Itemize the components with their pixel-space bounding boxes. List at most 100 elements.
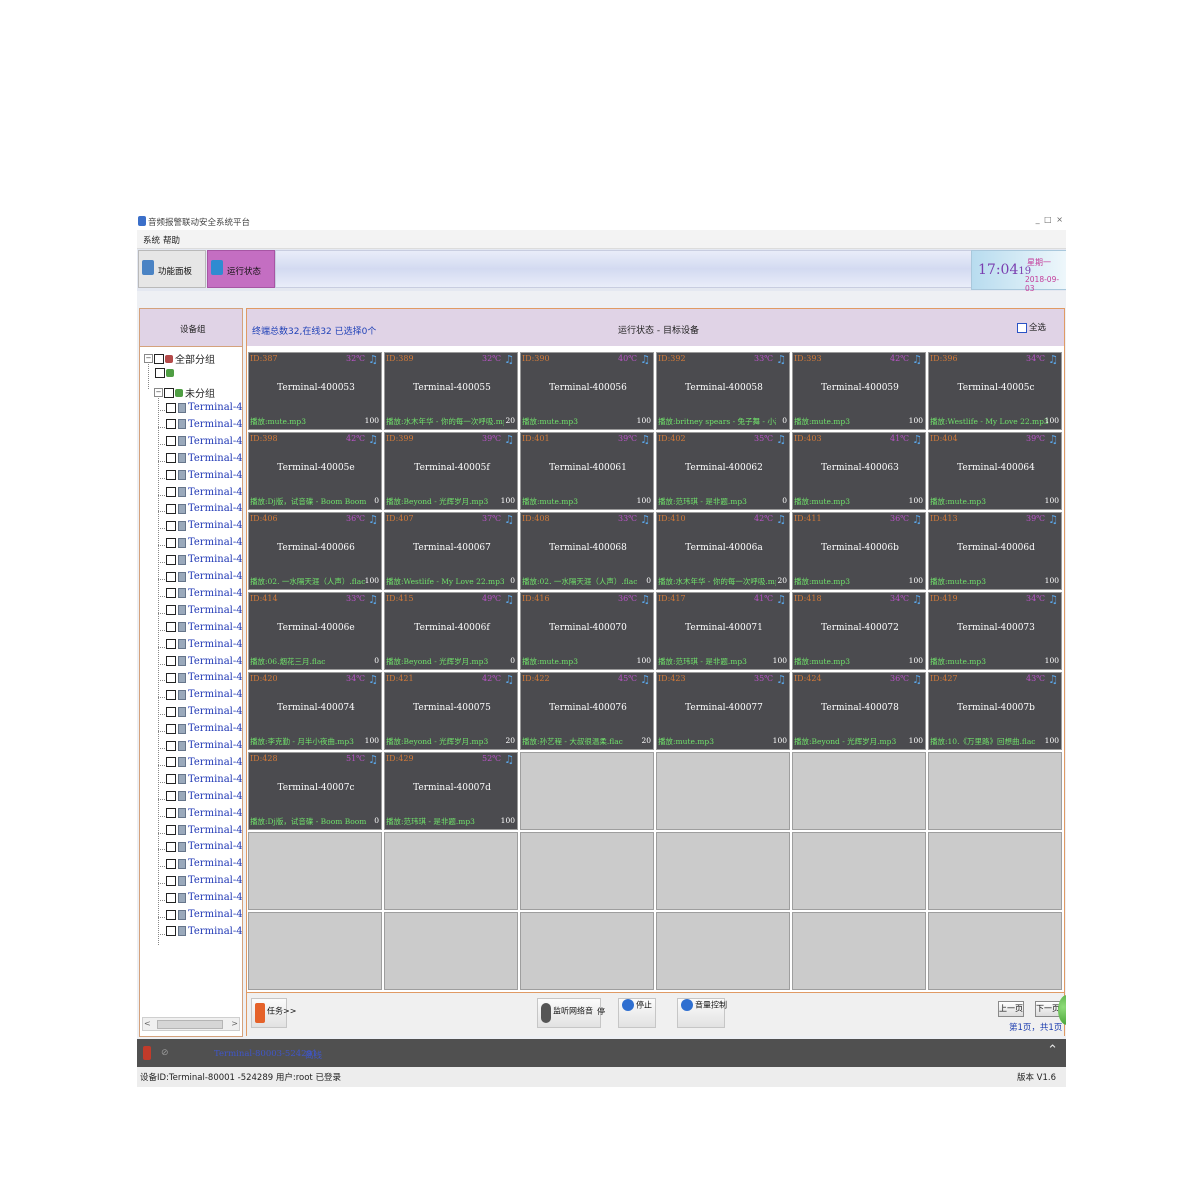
device-card[interactable]: ID:427 43℃ ♫ Terminal-40007b 播放:10.《万里路》回想曲.… — [928, 672, 1062, 750]
tree-node-terminal[interactable]: Terminal-400 — [165, 639, 242, 655]
checkbox[interactable] — [166, 808, 176, 819]
tree-node-terminal[interactable]: Terminal-400 — [165, 402, 242, 418]
tree-node-terminal[interactable]: Terminal-400 — [165, 740, 242, 756]
checkbox[interactable] — [166, 605, 176, 616]
device-card[interactable]: ID:401 39℃ ♫ Terminal-400061 播放:mute.mp3 100 — [520, 432, 654, 510]
device-card[interactable]: ID:389 32℃ ♫ Terminal-400055 播放:水木年华 - 你的每一次… — [384, 352, 518, 430]
tree-node-terminal[interactable]: Terminal-400 — [165, 706, 242, 722]
collapse-icon[interactable]: − — [154, 388, 163, 397]
tree-node-empty-group[interactable] — [154, 368, 174, 384]
checkbox[interactable] — [166, 926, 176, 937]
checkbox[interactable] — [166, 825, 176, 835]
device-card[interactable]: ID:403 41℃ ♫ Terminal-400063 播放:mute.mp3 100 — [792, 432, 926, 510]
select-all-checkbox[interactable]: 全选 — [1017, 321, 1046, 333]
checkbox[interactable] — [166, 402, 176, 413]
tree-node-terminal[interactable]: Terminal-400 — [165, 571, 242, 587]
checkbox[interactable] — [166, 841, 176, 852]
tree-node-terminal[interactable]: Terminal-400 — [165, 588, 242, 604]
device-card[interactable]: ID:416 36℃ ♫ Terminal-400070 播放:mute.mp3 100 — [520, 592, 654, 670]
tree-node-terminal[interactable]: Terminal-400 — [165, 909, 242, 925]
device-card[interactable]: ID:392 33℃ ♫ Terminal-400058 播放:britney spea… — [656, 352, 790, 430]
checkbox[interactable] — [166, 588, 176, 599]
checkbox[interactable] — [166, 537, 176, 548]
device-card[interactable]: ID:387 32℃ ♫ Terminal-400053 播放:mute.mp3 100 — [248, 352, 382, 430]
tree-node-terminal[interactable]: Terminal-400 — [165, 757, 242, 773]
stop-button[interactable]: 停止 — [618, 998, 656, 1028]
device-card[interactable]: ID:424 36℃ ♫ Terminal-400078 播放:Beyond - 光辉岁… — [792, 672, 926, 750]
checkbox[interactable] — [155, 368, 165, 378]
menu-system[interactable]: 系统 — [143, 234, 160, 246]
tree-node-terminal[interactable]: Terminal-400 — [165, 537, 242, 553]
checkbox[interactable] — [166, 723, 176, 734]
checkbox[interactable] — [166, 740, 176, 751]
checkbox[interactable] — [1017, 322, 1027, 333]
tree-node-terminal[interactable]: Terminal-400 — [165, 554, 242, 570]
checkbox[interactable] — [166, 487, 176, 497]
scroll-left-icon[interactable]: < — [144, 1019, 151, 1028]
device-card[interactable]: ID:429 52℃ ♫ Terminal-40007d 播放:范玮琪 - 是非题.mp… — [384, 752, 518, 830]
tree-node-terminal[interactable]: Terminal-400 — [165, 672, 242, 688]
device-card[interactable]: ID:396 34℃ ♫ Terminal-40005c 播放:Westlife - M… — [928, 352, 1062, 430]
checkbox[interactable] — [166, 909, 176, 920]
tree-node-terminal[interactable]: Terminal-400 — [165, 875, 242, 891]
checkbox[interactable] — [166, 858, 176, 869]
tree-node-terminal[interactable]: Terminal-400 — [165, 791, 242, 807]
tree-node-terminal[interactable]: Terminal-400 — [165, 470, 242, 486]
checkbox[interactable] — [166, 453, 176, 464]
tree-node-ungrouped[interactable]: − 未分组 — [154, 385, 215, 401]
device-card[interactable]: ID:410 42℃ ♫ Terminal-40006a 播放:水木年华 - 你的每一次… — [656, 512, 790, 590]
device-card[interactable]: ID:423 35℃ ♫ Terminal-400077 播放:mute.mp3 100 — [656, 672, 790, 750]
tree-node-terminal[interactable]: Terminal-400 — [165, 858, 242, 874]
scroll-right-icon[interactable]: > — [231, 1019, 238, 1028]
tree-node-terminal[interactable]: Terminal-400 — [165, 453, 242, 469]
checkbox[interactable] — [166, 875, 176, 886]
tree-node-terminal[interactable]: Terminal-400 — [165, 503, 242, 519]
checkbox[interactable] — [166, 503, 176, 514]
device-card[interactable]: ID:415 49℃ ♫ Terminal-40006f 播放:Beyond - 光辉岁… — [384, 592, 518, 670]
collapse-icon[interactable]: − — [144, 354, 153, 363]
tree-node-terminal[interactable]: Terminal-400 — [165, 436, 242, 452]
tree-node-all-groups[interactable]: − 全部分组 — [144, 351, 215, 367]
tree-node-terminal[interactable]: Terminal-400 — [165, 605, 242, 621]
device-card[interactable]: ID:428 51℃ ♫ Terminal-40007c 播放:Dj版，试音碟 - Bo… — [248, 752, 382, 830]
checkbox[interactable] — [166, 639, 176, 650]
device-card[interactable]: ID:418 34℃ ♫ Terminal-400072 播放:mute.mp3 100 — [792, 592, 926, 670]
device-card[interactable]: ID:417 41℃ ♫ Terminal-400071 播放:范玮琪 - 是非题.mp… — [656, 592, 790, 670]
checkbox[interactable] — [166, 571, 176, 582]
device-card[interactable]: ID:419 34℃ ♫ Terminal-400073 播放:mute.mp3 100 — [928, 592, 1062, 670]
device-card[interactable]: ID:411 36℃ ♫ Terminal-40006b 播放:mute.mp3 100 — [792, 512, 926, 590]
checkbox[interactable] — [166, 622, 176, 633]
checkbox[interactable] — [166, 706, 176, 717]
tree-node-terminal[interactable]: Terminal-400 — [165, 689, 242, 705]
checkbox[interactable] — [166, 656, 176, 666]
menu-help[interactable]: 帮助 — [163, 234, 180, 246]
checkbox[interactable] — [166, 470, 176, 481]
device-card[interactable]: ID:398 42℃ ♫ Terminal-40005e 播放:Dj版，试音碟 - Bo… — [248, 432, 382, 510]
checkbox[interactable] — [164, 387, 174, 398]
prev-page-button[interactable]: 上一页 — [998, 1001, 1024, 1017]
tree-node-terminal[interactable]: Terminal-400 — [165, 774, 242, 790]
tree-node-terminal[interactable]: Terminal-400 — [165, 841, 242, 857]
task-button[interactable]: 任务>> — [251, 998, 296, 1028]
scroll-thumb[interactable] — [157, 1020, 223, 1029]
device-card[interactable]: ID:420 34℃ ♫ Terminal-400074 播放:李克勤 - 月半小夜曲.… — [248, 672, 382, 750]
tree-node-terminal[interactable]: Terminal-400 — [165, 622, 242, 638]
checkbox[interactable] — [166, 419, 176, 430]
tree-horizontal-scrollbar[interactable]: < > — [142, 1017, 240, 1031]
checkbox[interactable] — [154, 353, 164, 364]
device-card[interactable]: ID:393 42℃ ♫ Terminal-400059 播放:mute.mp3 100 — [792, 352, 926, 430]
checkbox[interactable] — [166, 672, 176, 683]
checkbox[interactable] — [166, 774, 176, 785]
device-card[interactable]: ID:413 39℃ ♫ Terminal-40006d 播放:mute.mp3 100 — [928, 512, 1062, 590]
tree-node-terminal[interactable]: Terminal-400 — [165, 656, 242, 672]
checkbox[interactable] — [166, 892, 176, 903]
checkbox[interactable] — [166, 436, 176, 447]
tree-node-terminal[interactable]: Terminal-400 — [165, 520, 242, 536]
tree-node-terminal[interactable]: Terminal-400 — [165, 487, 242, 503]
checkbox[interactable] — [166, 520, 176, 531]
device-card[interactable]: ID:406 36℃ ♫ Terminal-400066 播放:02. 一水隔天涯（人声… — [248, 512, 382, 590]
device-card[interactable]: ID:408 33℃ ♫ Terminal-400068 播放:02. 一水隔天涯（人声… — [520, 512, 654, 590]
window-controls[interactable]: _ □ × — [1036, 215, 1064, 224]
device-card[interactable]: ID:421 42℃ ♫ Terminal-400075 播放:Beyond - 光辉岁… — [384, 672, 518, 750]
tree-node-terminal[interactable]: Terminal-400 — [165, 892, 242, 908]
